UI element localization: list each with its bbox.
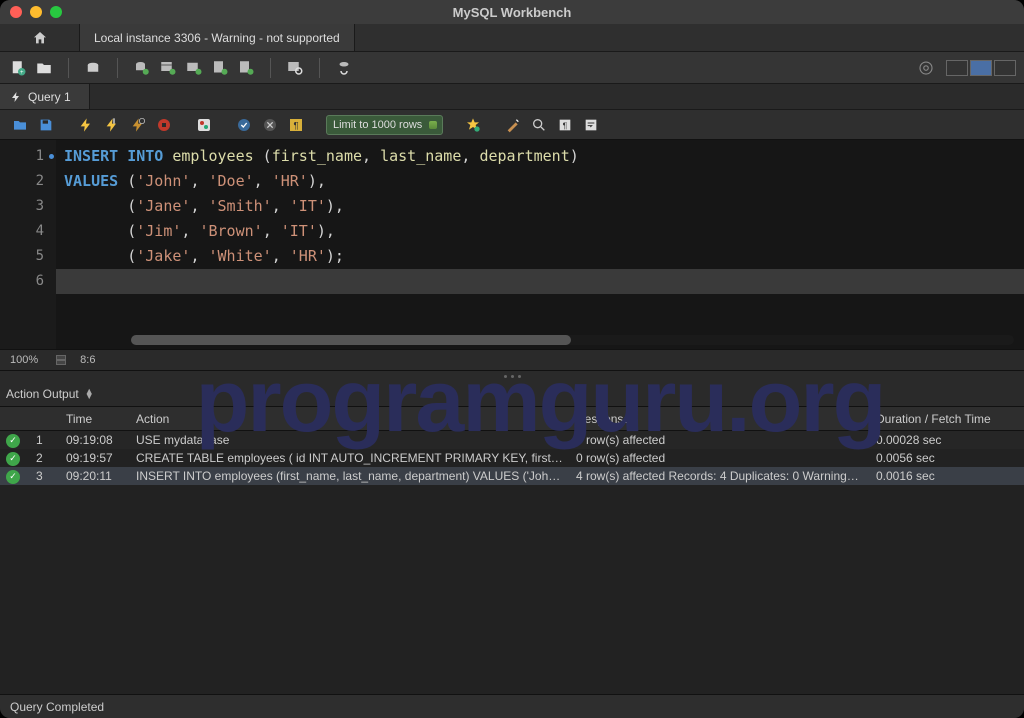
output-header: Action Output ▲▼ [0, 381, 1024, 407]
horizontal-scrollbar[interactable] [131, 335, 1014, 345]
success-icon [6, 434, 20, 448]
zoom-window-button[interactable] [50, 6, 62, 18]
editor-status-bar: 100% 8:6 [0, 349, 1024, 371]
cursor-position: 8:6 [80, 354, 95, 366]
toggle-autocommit-icon[interactable] [194, 115, 214, 135]
svg-text:+: + [20, 70, 24, 76]
output-table: Time Action Response Duration / Fetch Ti… [0, 407, 1024, 485]
output-type-label: Action Output [6, 387, 79, 401]
settings-gear-icon[interactable] [916, 58, 936, 78]
output-row[interactable]: 309:20:11INSERT INTO employees (first_na… [0, 467, 1024, 485]
code-line[interactable]: ('Jim', 'Brown', 'IT'), [56, 219, 1024, 244]
main-toolbar: + [0, 52, 1024, 84]
home-icon [32, 30, 48, 46]
open-sql-file-icon[interactable] [34, 58, 54, 78]
svg-text:¶: ¶ [293, 120, 298, 130]
code-line[interactable] [56, 269, 1024, 294]
splitter[interactable] [0, 371, 1024, 381]
code-line[interactable]: ('Jake', 'White', 'HR'); [56, 244, 1024, 269]
editor-toolbar: ¶ Limit to 1000 rows ¶ [0, 110, 1024, 140]
row-limit-select[interactable]: Limit to 1000 rows [326, 115, 443, 135]
stop-icon[interactable] [154, 115, 174, 135]
success-icon [6, 452, 20, 466]
output-table-header: Time Action Response Duration / Fetch Ti… [0, 407, 1024, 431]
code-area[interactable]: INSERT INTO employees (first_name, last_… [56, 140, 1024, 349]
inspector-icon[interactable] [83, 58, 103, 78]
find-icon[interactable] [529, 115, 549, 135]
home-tab[interactable] [0, 24, 80, 51]
open-file-icon[interactable] [10, 115, 30, 135]
row-limit-label: Limit to 1000 rows [333, 119, 422, 131]
bottom-panel-toggle[interactable] [970, 60, 992, 76]
scrollbar-thumb[interactable] [131, 335, 571, 345]
col-action: Action [130, 412, 570, 426]
output-type-select[interactable]: Action Output ▲▼ [6, 387, 94, 401]
titlebar: MySQL Workbench [0, 0, 1024, 24]
col-time: Time [60, 412, 130, 426]
status-bar: Query Completed [0, 694, 1024, 718]
query-tab-label: Query 1 [28, 90, 71, 104]
wrap-icon[interactable] [581, 115, 601, 135]
commit-icon[interactable] [234, 115, 254, 135]
bolt-icon [10, 91, 22, 103]
code-line[interactable]: VALUES ('John', 'Doe', 'HR'), [56, 169, 1024, 194]
connection-tab-row: Local instance 3306 - Warning - not supp… [0, 24, 1024, 52]
search-table-icon[interactable] [285, 58, 305, 78]
favorite-icon[interactable] [463, 115, 483, 135]
zoom-stepper[interactable] [56, 355, 66, 365]
output-row[interactable]: 209:19:57CREATE TABLE employees ( id INT… [0, 449, 1024, 467]
toggle-whitespace-icon[interactable]: ¶ [286, 115, 306, 135]
window-controls [10, 6, 62, 18]
query-tab-row: Query 1 [0, 84, 1024, 110]
output-row[interactable]: 109:19:08USE mydatabase0 row(s) affected… [0, 431, 1024, 449]
success-icon [6, 470, 20, 484]
chevron-updown-icon: ▲▼ [85, 389, 94, 399]
save-file-icon[interactable] [36, 115, 56, 135]
create-function-icon[interactable] [236, 58, 256, 78]
create-schema-icon[interactable] [132, 58, 152, 78]
execute-current-icon[interactable] [102, 115, 122, 135]
code-line[interactable]: ('Jane', 'Smith', 'IT'), [56, 194, 1024, 219]
beautify-icon[interactable] [503, 115, 523, 135]
execute-icon[interactable] [76, 115, 96, 135]
panel-toggle-group [946, 60, 1016, 76]
minimize-window-button[interactable] [30, 6, 42, 18]
query-tab[interactable]: Query 1 [0, 84, 90, 109]
create-table-icon[interactable] [158, 58, 178, 78]
connection-tab-label: Local instance 3306 - Warning - not supp… [94, 31, 340, 45]
sql-editor[interactable]: 123456 INSERT INTO employees (first_name… [0, 140, 1024, 349]
new-sql-file-icon[interactable]: + [8, 58, 28, 78]
create-view-icon[interactable] [184, 58, 204, 78]
create-procedure-icon[interactable] [210, 58, 230, 78]
col-response: Response [570, 412, 870, 426]
status-text: Query Completed [10, 700, 104, 714]
connection-tab[interactable]: Local instance 3306 - Warning - not supp… [80, 24, 355, 51]
reconnect-icon[interactable] [334, 58, 354, 78]
left-panel-toggle[interactable] [946, 60, 968, 76]
right-panel-toggle[interactable] [994, 60, 1016, 76]
zoom-level: 100% [10, 354, 38, 366]
invisible-chars-icon[interactable]: ¶ [555, 115, 575, 135]
rollback-icon[interactable] [260, 115, 280, 135]
line-gutter: 123456 [0, 140, 56, 349]
code-line[interactable]: INSERT INTO employees (first_name, last_… [56, 144, 1024, 169]
app-window: MySQL Workbench Local instance 3306 - Wa… [0, 0, 1024, 718]
col-duration: Duration / Fetch Time [870, 412, 1024, 426]
close-window-button[interactable] [10, 6, 22, 18]
svg-text:¶: ¶ [563, 120, 568, 130]
explain-icon[interactable] [128, 115, 148, 135]
app-title: MySQL Workbench [0, 5, 1024, 20]
